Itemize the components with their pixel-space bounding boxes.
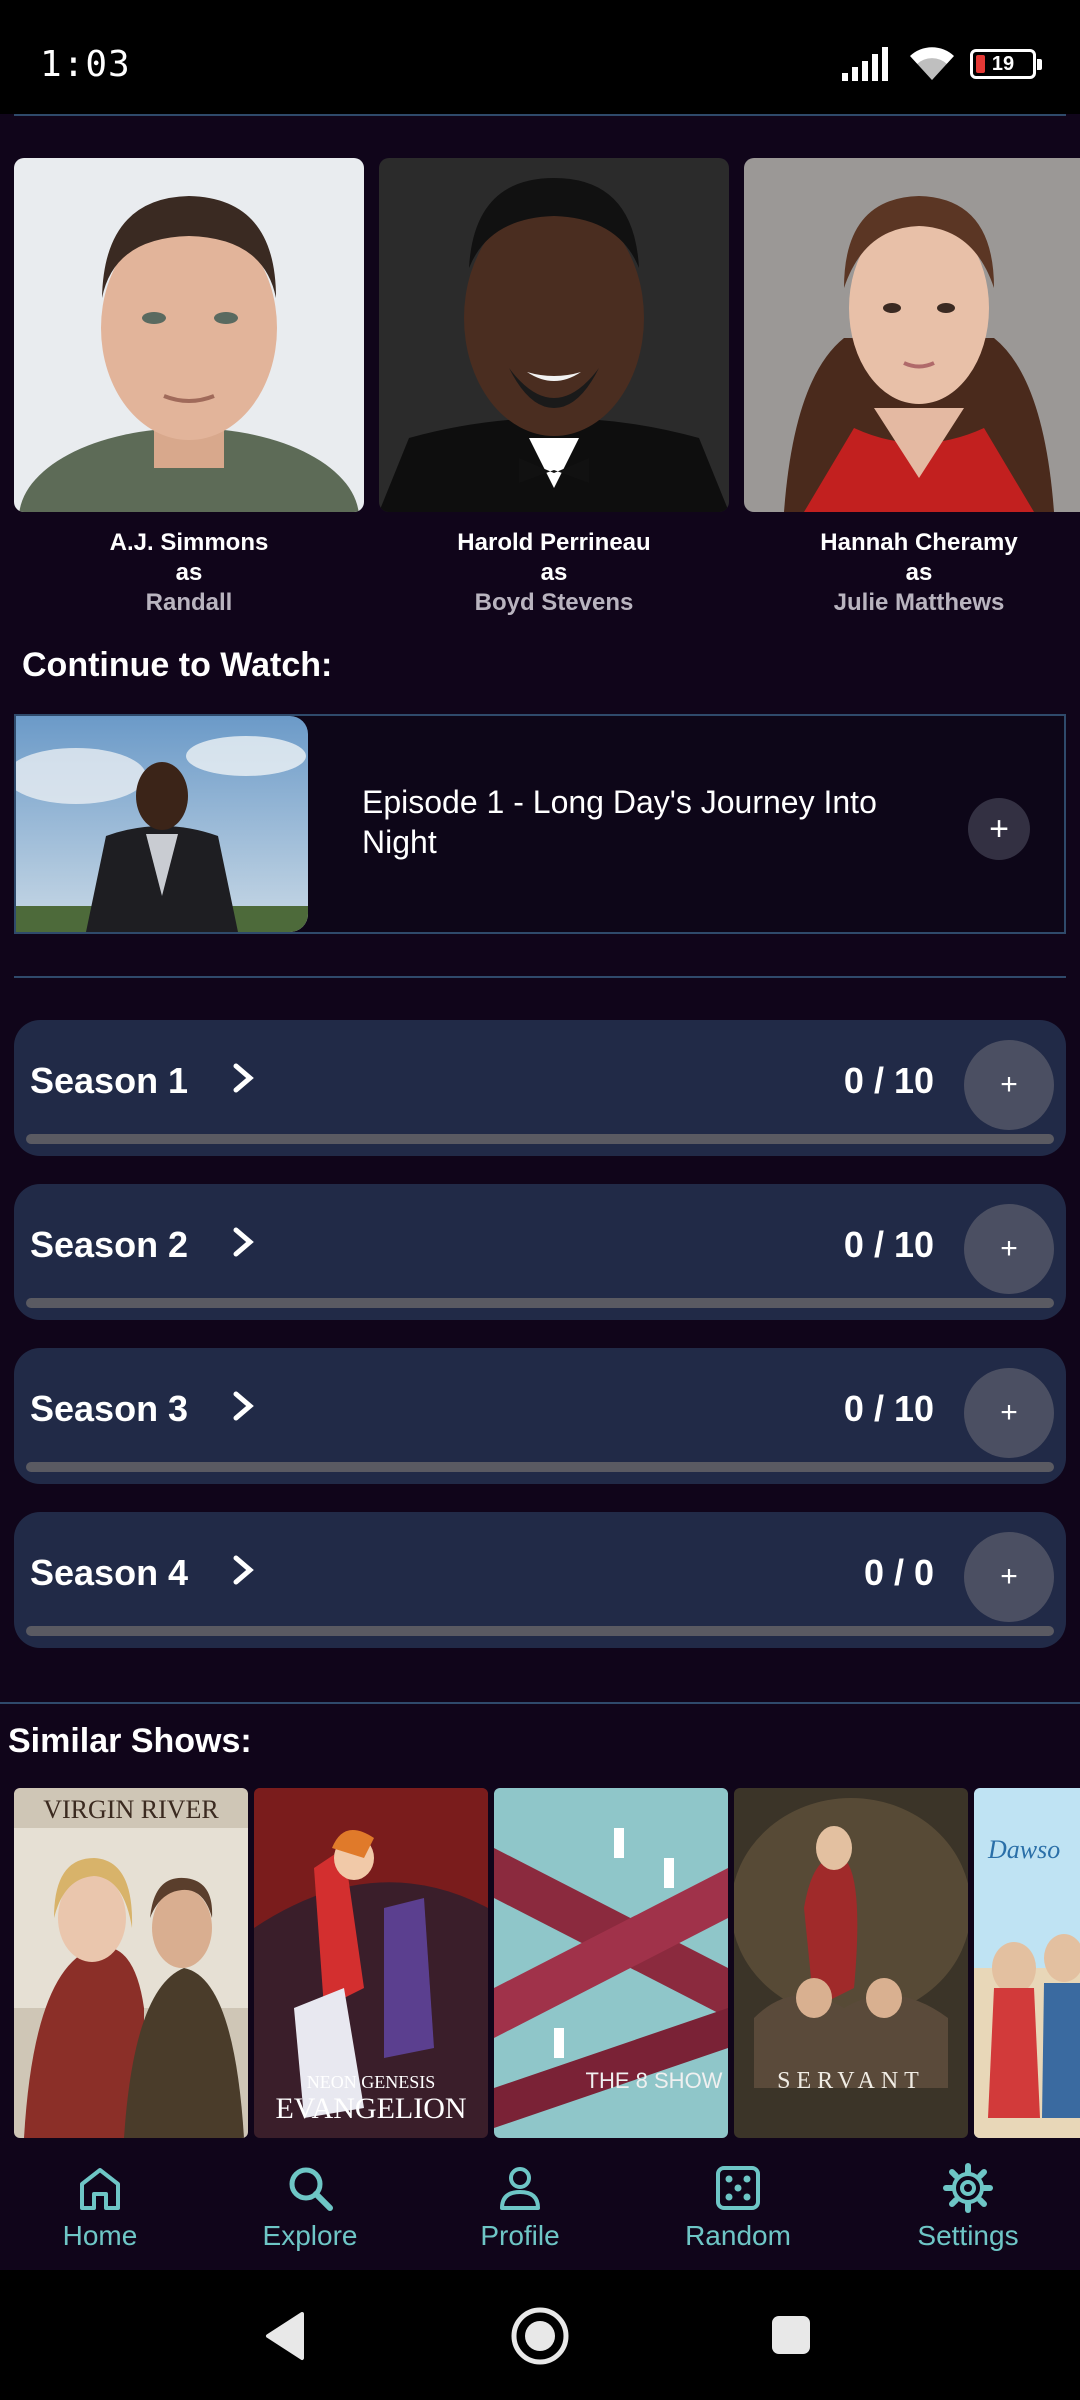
wifi-icon: [910, 47, 954, 80]
season-title: Season 1: [30, 1060, 189, 1101]
season-progress-bar: [26, 1134, 1054, 1144]
nav-profile-label: Profile: [480, 2220, 560, 2251]
cast-as: as: [175, 559, 203, 586]
season-progress-bar: [26, 1626, 1054, 1636]
cast-name: A.J. Simmons: [109, 529, 269, 556]
poster-title: SERVANT: [777, 2068, 925, 2094]
show-poster[interactable]: NEON GENESIS EVANGELION: [254, 1788, 488, 2138]
chevron-right-icon: [233, 1227, 254, 1257]
status-bar: 1:03 19: [0, 0, 1080, 114]
nav-random[interactable]: Random: [658, 2162, 818, 2252]
poster-title: EVANGELION: [275, 2092, 466, 2125]
chevron-right-icon: [233, 1555, 254, 1585]
section-divider: [0, 1702, 1080, 1704]
cast-role: Boyd Stevens: [474, 589, 634, 616]
cast-role: Randall: [145, 589, 233, 616]
home-icon: [80, 2168, 120, 2210]
gear-icon: [943, 2163, 993, 2213]
top-divider: [14, 114, 1066, 116]
home-circle-icon[interactable]: [510, 2306, 570, 2366]
season-title: Season 3: [30, 1388, 189, 1429]
system-navigation-bar: [0, 2270, 1080, 2400]
nav-profile[interactable]: Profile: [440, 2162, 600, 2252]
cast-card[interactable]: Harold Perrineau as Boyd Stevens: [379, 158, 729, 618]
status-time: 1:03: [40, 44, 131, 85]
season-row[interactable]: Season 1 0 / 10 +: [14, 1020, 1066, 1156]
season-row[interactable]: Season 4 0 / 0 +: [14, 1512, 1066, 1648]
poster-subtitle: NEON GENESIS: [307, 2072, 436, 2092]
section-divider: [14, 976, 1066, 978]
season-title: Season 4: [30, 1552, 189, 1593]
add-season-button[interactable]: +: [964, 1368, 1054, 1458]
add-season-button[interactable]: +: [964, 1532, 1054, 1622]
add-season-button[interactable]: +: [964, 1040, 1054, 1130]
poster-title: THE 8 SHOW: [586, 2068, 723, 2093]
season-title: Season 2: [30, 1224, 189, 1265]
continue-watch-card[interactable]: Episode 1 - Long Day's Journey Into Nigh…: [14, 714, 1066, 934]
cast-photo: [744, 158, 1080, 512]
episode-thumbnail: [16, 716, 308, 932]
nav-home-label: Home: [62, 2220, 138, 2251]
season-episode-count: 0 / 10: [843, 1224, 934, 1265]
season-row[interactable]: Season 2 0 / 10 +: [14, 1184, 1066, 1320]
cast-list[interactable]: A.J. Simmons as Randall Harold Perrineau…: [14, 158, 1080, 618]
nav-explore[interactable]: Explore: [230, 2162, 390, 2252]
add-episode-button[interactable]: +: [968, 798, 1030, 860]
nav-explore-label: Explore: [262, 2220, 358, 2251]
nav-home[interactable]: Home: [20, 2162, 180, 2252]
cast-role: Julie Matthews: [833, 589, 1005, 616]
cast-name: Hannah Cheramy: [820, 529, 1018, 556]
season-episode-count: 0 / 0: [863, 1552, 934, 1593]
battery-level: 19: [991, 52, 1015, 75]
add-season-button[interactable]: +: [964, 1204, 1054, 1294]
show-poster[interactable]: Dawso: [974, 1788, 1080, 2138]
season-episode-count: 0 / 10: [843, 1060, 934, 1101]
battery-icon: 19: [970, 49, 1042, 79]
similar-shows-list[interactable]: VIRGIN RIVER NEON GENESIS EVANGELION THE…: [14, 1788, 1080, 2138]
recents-icon[interactable]: [770, 2314, 812, 2356]
season-progress-bar: [26, 1462, 1054, 1472]
dice-icon: [716, 2166, 760, 2210]
poster-title: Dawso: [987, 1835, 1060, 1864]
similar-heading: Similar Shows:: [8, 1722, 252, 1760]
cast-as: as: [540, 559, 568, 586]
bottom-navigation: Home Explore Profile Random Settings: [0, 2138, 1080, 2270]
profile-icon: [500, 2167, 540, 2210]
back-icon[interactable]: [262, 2310, 308, 2362]
show-poster[interactable]: SERVANT: [734, 1788, 968, 2138]
season-progress-bar: [26, 1298, 1054, 1308]
continue-heading: Continue to Watch:: [22, 646, 333, 684]
season-episode-count: 0 / 10: [843, 1388, 934, 1429]
cast-as: as: [905, 559, 933, 586]
cast-photo: [379, 158, 729, 512]
poster-title: VIRGIN RIVER: [43, 1795, 219, 1824]
search-icon: [289, 2167, 333, 2211]
nav-settings-label: Settings: [917, 2220, 1019, 2251]
show-poster[interactable]: THE 8 SHOW: [494, 1788, 728, 2138]
cast-name: Harold Perrineau: [457, 529, 651, 556]
cast-card[interactable]: A.J. Simmons as Randall: [14, 158, 364, 618]
cast-card[interactable]: Hannah Cheramy as Julie Matthews: [744, 158, 1080, 618]
signal-icon: [842, 47, 888, 81]
status-icons: 19: [842, 44, 1042, 84]
nav-settings[interactable]: Settings: [888, 2162, 1048, 2252]
season-row[interactable]: Season 3 0 / 10 +: [14, 1348, 1066, 1484]
chevron-right-icon: [233, 1391, 254, 1421]
episode-title: Episode 1 - Long Day's Journey Into Nigh…: [362, 784, 877, 860]
nav-random-label: Random: [685, 2220, 791, 2251]
chevron-right-icon: [233, 1063, 254, 1093]
show-poster[interactable]: VIRGIN RIVER: [14, 1788, 248, 2138]
cast-photo: [14, 158, 364, 512]
